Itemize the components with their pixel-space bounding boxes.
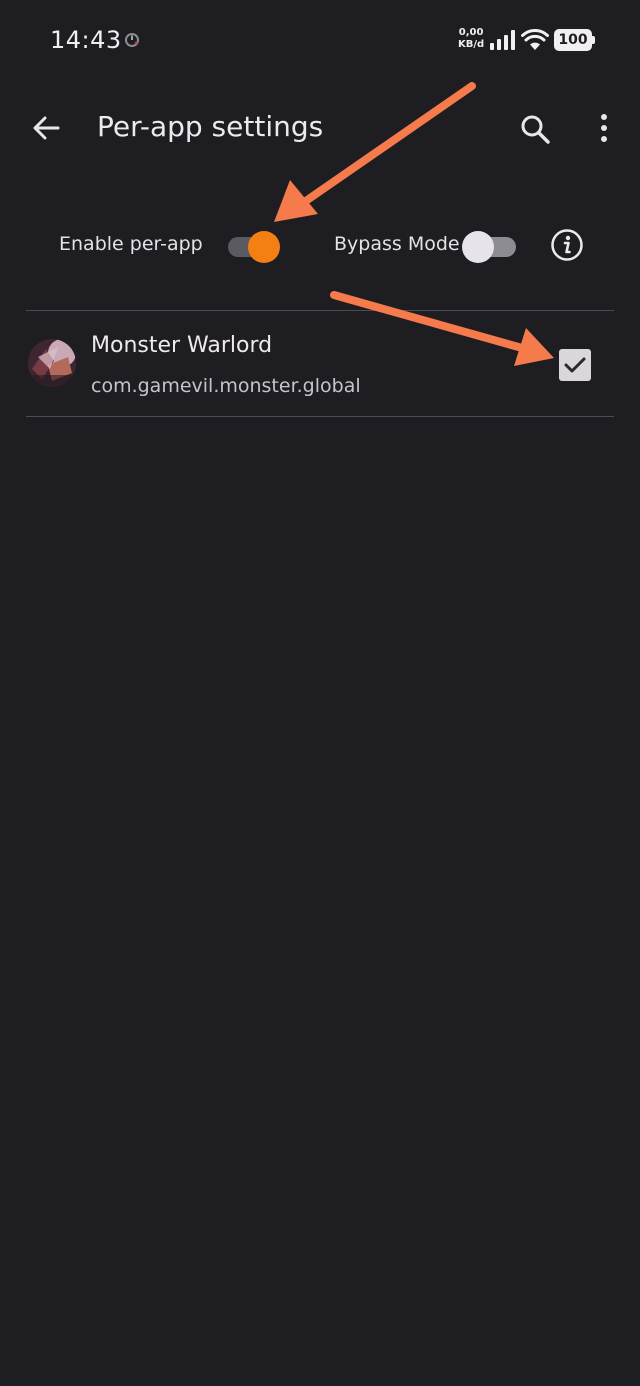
monster-warlord-app-icon [28, 339, 76, 387]
battery-icon: 100 [554, 29, 592, 51]
more-vert-icon [601, 114, 607, 142]
status-clock: 14:43 [50, 26, 122, 54]
battery-tip [592, 36, 595, 44]
net-speed-value: 0,00 [458, 27, 484, 38]
enable-per-app-switch[interactable] [224, 225, 280, 265]
net-speed: 0,00 KB/d [458, 27, 484, 51]
annotation-arrows [274, 82, 554, 366]
back-button[interactable] [28, 110, 64, 146]
app-package-name: com.gamevil.monster.global [91, 375, 361, 397]
app-list-item[interactable]: Monster Warlord com.gamevil.monster.glob… [26, 311, 614, 416]
screen: 14:43 0,00 KB/d 100 Per-app settings Ena… [0, 0, 640, 1386]
enable-per-app-label: Enable per-app [59, 233, 203, 255]
divider [26, 416, 614, 417]
search-button[interactable] [516, 110, 554, 148]
battery-level: 100 [558, 32, 588, 48]
checkmark-icon [564, 357, 586, 373]
app-checkbox[interactable] [559, 349, 591, 381]
switch-thumb [462, 231, 494, 263]
back-arrow-icon [33, 116, 60, 140]
switch-thumb [248, 231, 280, 263]
app-name: Monster Warlord [91, 333, 273, 358]
wifi-icon [521, 29, 549, 50]
info-button[interactable] [550, 228, 584, 262]
app-icon [28, 339, 76, 387]
status-bar: 14:43 0,00 KB/d 100 [0, 0, 640, 80]
annotation-arrow-to-switch [274, 82, 476, 222]
info-icon [551, 229, 583, 261]
page-title: Per-app settings [97, 110, 324, 143]
more-options-button[interactable] [590, 110, 618, 148]
bypass-mode-switch[interactable] [462, 225, 518, 265]
timer-icon [125, 33, 139, 47]
signal-icon [490, 30, 515, 50]
net-speed-unit: KB/d [458, 39, 485, 50]
search-icon [521, 115, 550, 144]
bypass-mode-label: Bypass Mode [334, 233, 460, 255]
